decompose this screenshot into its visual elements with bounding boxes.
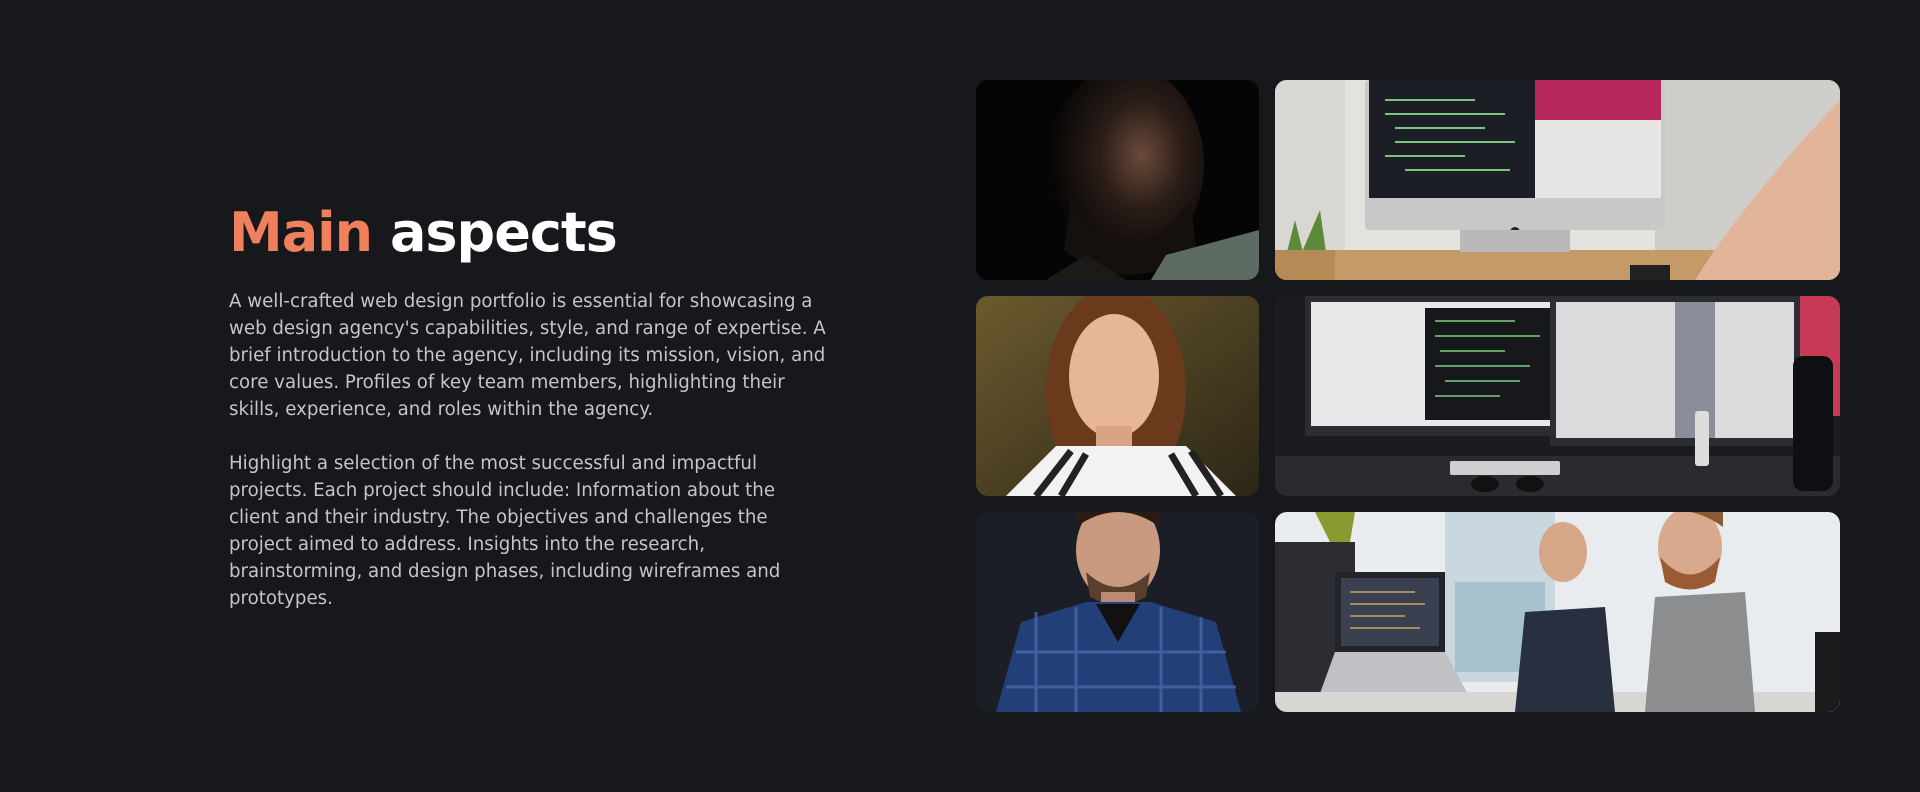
main-aspects-section: Main aspects A well-crafted web design p… bbox=[0, 0, 1920, 792]
text-column: Main aspects A well-crafted web design p… bbox=[229, 198, 829, 612]
intro-paragraph: A well-crafted web design portfolio is e… bbox=[229, 291, 826, 420]
section-title: Main aspects bbox=[229, 198, 829, 268]
projects-paragraph: Highlight a selection of the most succes… bbox=[229, 453, 781, 609]
office-team-image bbox=[1275, 512, 1840, 712]
section-title-rest: aspects bbox=[389, 201, 618, 264]
portrait-woman-image bbox=[976, 296, 1259, 496]
portrait-bearded-man-image bbox=[976, 80, 1259, 280]
photo-gallery bbox=[976, 80, 1840, 712]
imac-code-image bbox=[1275, 80, 1840, 280]
dual-monitor-desk-image bbox=[1275, 296, 1840, 496]
section-title-accent: Main bbox=[229, 201, 373, 264]
portrait-man-plaid-image bbox=[976, 512, 1259, 712]
